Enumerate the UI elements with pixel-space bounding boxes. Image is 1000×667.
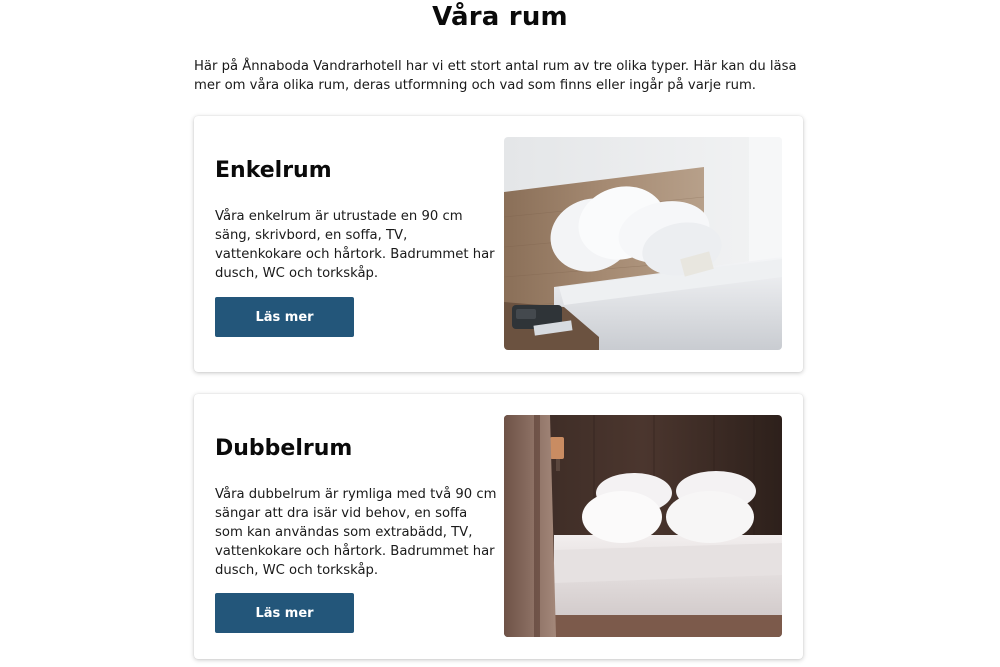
page-title: Våra rum xyxy=(432,2,568,32)
room-description: Våra enkelrum är utrustade en 90 cm säng… xyxy=(215,209,495,281)
room-title: Dubbelrum xyxy=(215,436,353,461)
double-room-image xyxy=(504,415,782,637)
room-card-enkelrum: Enkelrum Våra enkelrum är utrustade en 9… xyxy=(194,116,803,372)
room-title: Enkelrum xyxy=(215,158,332,183)
room-card-dubbelrum: Dubbelrum Våra dubbelrum är rymliga med … xyxy=(194,394,803,659)
room-description: Våra dubbelrum är rymliga med två 90 cm … xyxy=(215,487,497,578)
read-more-button[interactable]: Läs mer xyxy=(215,297,354,337)
intro-text: Här på Ånnaboda Vandrarhotell har vi ett… xyxy=(194,59,797,93)
read-more-button[interactable]: Läs mer xyxy=(215,593,354,633)
single-room-image xyxy=(504,137,782,350)
